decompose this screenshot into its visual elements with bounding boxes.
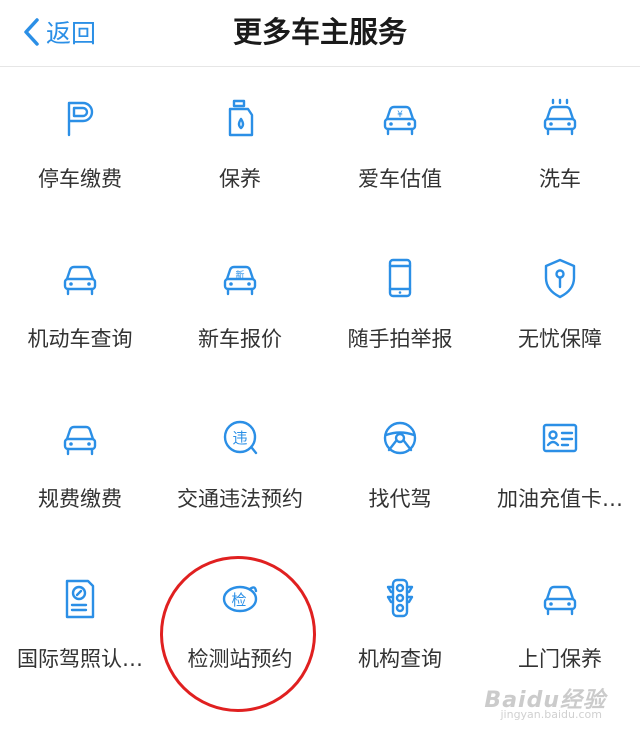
service-item[interactable]: 违交通违法预约 bbox=[160, 387, 320, 547]
car-icon bbox=[60, 417, 100, 461]
service-label: 停车缴费 bbox=[38, 167, 122, 191]
service-item[interactable]: 洗车 bbox=[480, 67, 640, 227]
service-item[interactable]: 随手拍举报 bbox=[320, 227, 480, 387]
services-grid: 停车缴费 保养 ¥ 爱车估值 洗车 机动车查询 新新车报价 随手拍举报 无忧保障 规费缴… bbox=[0, 67, 640, 736]
service-label: 找代驾 bbox=[368, 487, 432, 511]
traffic-light-icon bbox=[380, 577, 420, 621]
service-item[interactable]: 国际驾照认… bbox=[0, 547, 160, 707]
service-label: 无忧保障 bbox=[518, 327, 602, 351]
svg-text:违: 违 bbox=[232, 429, 247, 447]
phone-icon bbox=[380, 257, 420, 301]
service-label: 检测站预约 bbox=[187, 647, 293, 671]
shield-icon bbox=[540, 257, 580, 301]
svg-text:检: 检 bbox=[231, 591, 246, 609]
service-item[interactable]: 停车缴费 bbox=[0, 67, 160, 227]
service-label: 机动车查询 bbox=[27, 327, 133, 351]
car-icon bbox=[540, 577, 580, 621]
oil-bottle-icon bbox=[220, 97, 260, 141]
steering-wheel-icon bbox=[380, 417, 420, 461]
parking-icon bbox=[60, 97, 100, 141]
watermark-url: jingyan.baidu.com bbox=[500, 708, 602, 721]
service-item[interactable]: 保养 bbox=[160, 67, 320, 227]
service-label: 洗车 bbox=[539, 167, 581, 191]
service-item[interactable]: 加油充值卡… bbox=[480, 387, 640, 547]
service-label: 新车报价 bbox=[198, 327, 282, 351]
page-title: 更多车主服务 bbox=[232, 15, 407, 49]
service-label: 国际驾照认… bbox=[17, 647, 143, 671]
service-item[interactable]: 规费缴费 bbox=[0, 387, 160, 547]
svg-text:¥: ¥ bbox=[397, 110, 403, 120]
svg-text:新: 新 bbox=[235, 269, 244, 281]
service-label: 保养 bbox=[219, 167, 261, 191]
service-item[interactable]: 新新车报价 bbox=[160, 227, 320, 387]
service-label: 交通违法预约 bbox=[177, 487, 303, 511]
new-car-icon: 新 bbox=[220, 257, 260, 301]
service-label: 规费缴费 bbox=[38, 487, 122, 511]
service-label: 随手拍举报 bbox=[347, 327, 453, 351]
service-label: 爱车估值 bbox=[358, 167, 442, 191]
service-label: 加油充值卡… bbox=[497, 487, 623, 511]
violation-icon: 违 bbox=[220, 417, 260, 461]
service-label: 机构查询 bbox=[358, 647, 442, 671]
service-item[interactable]: ¥ 爱车估值 bbox=[320, 67, 480, 227]
service-label: 上门保养 bbox=[518, 647, 602, 671]
service-item[interactable]: 找代驾 bbox=[320, 387, 480, 547]
service-item[interactable]: 检检测站预约 bbox=[160, 547, 320, 707]
car-wash-icon bbox=[540, 97, 580, 141]
header: 返回 更多车主服务 bbox=[0, 0, 640, 67]
service-item[interactable]: 机动车查询 bbox=[0, 227, 160, 387]
card-icon bbox=[540, 417, 580, 461]
service-item[interactable]: 无忧保障 bbox=[480, 227, 640, 387]
inspection-icon: 检 bbox=[220, 577, 260, 621]
license-icon bbox=[60, 577, 100, 621]
car-icon bbox=[60, 257, 100, 301]
car-value-icon: ¥ bbox=[380, 97, 420, 141]
service-item[interactable]: 机构查询 bbox=[320, 547, 480, 707]
